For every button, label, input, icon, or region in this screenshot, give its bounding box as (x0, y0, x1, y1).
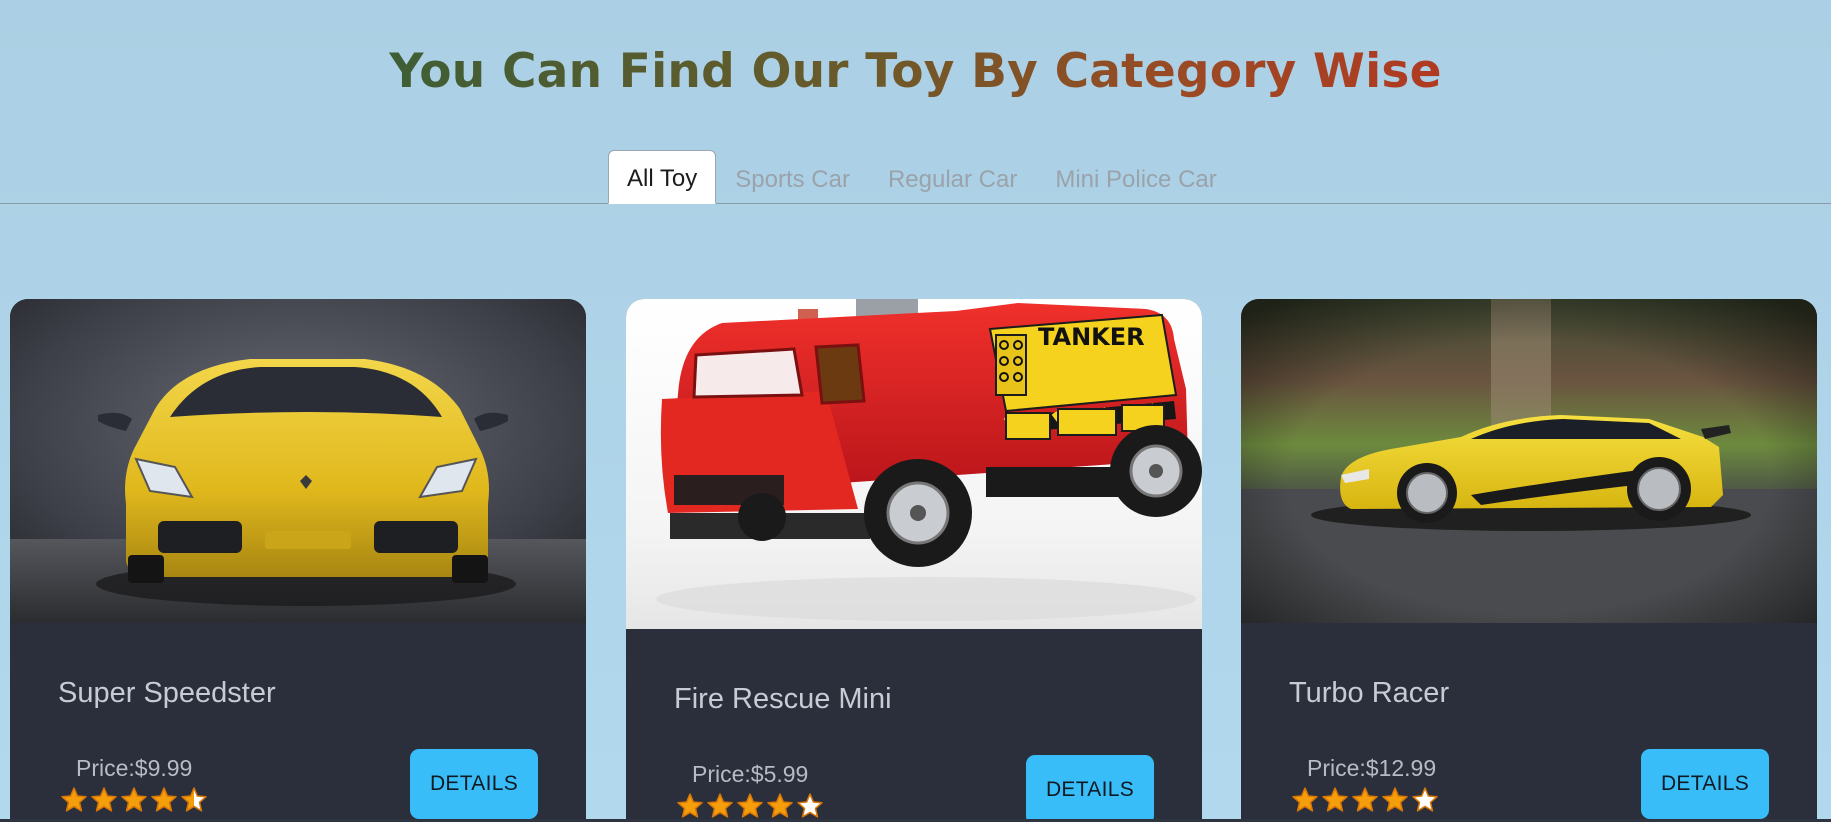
toy-name: Turbo Racer (1289, 677, 1450, 709)
details-button[interactable]: DETAILS (1026, 755, 1154, 822)
toy-card: TANKER Fire Rescue Mini Price:$5.99 DETA… (626, 299, 1202, 822)
star-icon (767, 793, 793, 818)
tab-mini-police-car[interactable]: Mini Police Car (1036, 154, 1235, 204)
toy-price: Price:$12.99 (1307, 755, 1437, 781)
page: You Can Find Our Toy By Category Wise Al… (0, 0, 1831, 822)
toy-image-turbo-racer[interactable] (1241, 299, 1817, 623)
tab-sports-car[interactable]: Sports Car (716, 154, 869, 204)
toy-price: Price:$9.99 (76, 755, 193, 781)
yellow-car-side-image (1241, 299, 1817, 623)
star-icon (707, 793, 733, 818)
star-icon (1412, 787, 1438, 812)
toy-card: Super Speedster Price:$9.99 DETAILS (10, 299, 586, 822)
star-icon (797, 793, 823, 818)
star-icon (1352, 787, 1378, 812)
toy-image-super-speedster[interactable] (10, 299, 586, 623)
red-fire-truck-image: TANKER (626, 299, 1202, 629)
star-icon (1292, 787, 1318, 812)
star-rating (60, 786, 208, 814)
toy-price: Price:$5.99 (692, 761, 809, 787)
toy-name: Fire Rescue Mini (674, 683, 892, 715)
tab-list: All Toy Sports Car Regular Car Mini Poli… (608, 150, 1236, 204)
star-icon (151, 787, 177, 812)
star-icon (121, 787, 147, 812)
tanker-decal: TANKER (1038, 323, 1145, 351)
tab-regular-car[interactable]: Regular Car (869, 154, 1036, 204)
star-icon (677, 793, 703, 818)
star-icon (737, 793, 763, 818)
category-tabs: All Toy Sports Car Regular Car Mini Poli… (0, 148, 1831, 204)
star-rating (1291, 786, 1439, 814)
star-icon (61, 787, 87, 812)
star-icon (1382, 787, 1408, 812)
details-button[interactable]: DETAILS (410, 749, 538, 819)
toy-image-fire-rescue-mini[interactable]: TANKER (626, 299, 1202, 629)
yellow-car-front-image (10, 299, 586, 623)
details-button[interactable]: DETAILS (1641, 749, 1769, 819)
star-icon (181, 787, 207, 812)
toy-name: Super Speedster (58, 677, 276, 709)
star-rating (676, 792, 824, 820)
star-icon (91, 787, 117, 812)
page-heading-text: You Can Find Our Toy By Category Wise (389, 44, 1442, 99)
page-heading: You Can Find Our Toy By Category Wise (0, 44, 1831, 99)
star-icon (1322, 787, 1348, 812)
toy-card: Turbo Racer Price:$12.99 DETAILS (1241, 299, 1817, 822)
tab-all-toy[interactable]: All Toy (608, 150, 717, 204)
